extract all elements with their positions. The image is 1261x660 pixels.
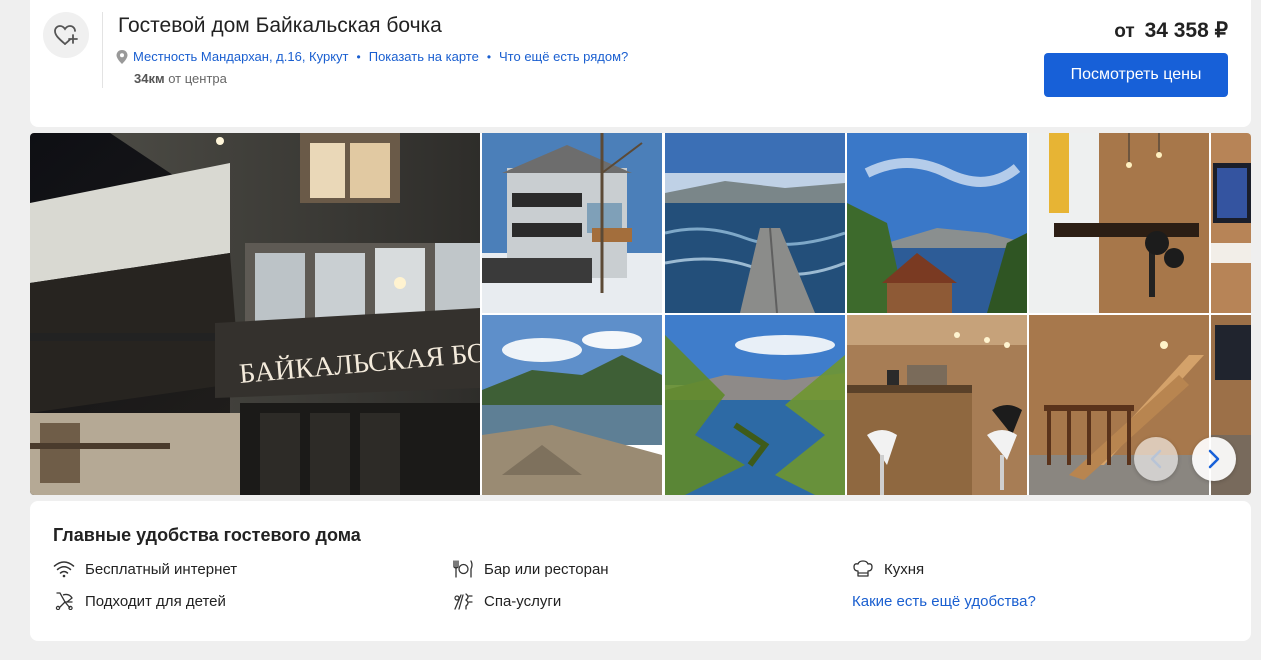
- amenity-item: Спа-услуги: [452, 592, 561, 610]
- gallery-photo-2[interactable]: [482, 133, 662, 313]
- lake-pine-image: [665, 315, 845, 495]
- amenity-label: Бесплатный интернет: [85, 560, 238, 578]
- amenity-label: Спа-услуги: [484, 592, 562, 610]
- favorite-button[interactable]: [43, 12, 89, 58]
- pier-lake-image: [665, 133, 845, 313]
- spa-icon: [454, 593, 473, 610]
- address-line: Местность Мандархан, д.16, Куркут • Пока…: [116, 49, 628, 64]
- wifi-icon: [53, 561, 75, 578]
- address-link[interactable]: Местность Мандархан, д.16, Куркут: [133, 49, 349, 64]
- map-pin-icon: [116, 49, 128, 64]
- amenities-card: Главные удобства гостевого дома Бесплатн…: [30, 501, 1251, 641]
- staircase-image: [1029, 315, 1209, 495]
- lake-view-image: [847, 133, 1027, 313]
- price-amount: 34 358 ₽: [1144, 19, 1228, 42]
- tv-room-image: [1211, 133, 1251, 313]
- view-prices-button[interactable]: Посмотреть цены: [1044, 53, 1228, 97]
- amenities-title: Главные удобства гостевого дома: [53, 525, 361, 545]
- amenity-label: Бар или ресторан: [484, 560, 609, 578]
- separator: •: [486, 49, 492, 64]
- gallery-prev-button[interactable]: [1134, 437, 1178, 481]
- gallery-photo-9[interactable]: [847, 315, 1027, 495]
- chevron-right-icon: [1208, 449, 1220, 469]
- chef-hat-icon: [853, 560, 873, 577]
- gallery-next-button[interactable]: [1192, 437, 1236, 481]
- heart-plus-icon: [54, 25, 78, 45]
- bar-interior-image: [847, 315, 1027, 495]
- house-winter-image: [482, 133, 662, 313]
- gallery-photo-4[interactable]: [847, 133, 1027, 313]
- price: от 34 358 ₽: [1114, 18, 1228, 43]
- bar-counter-image: [1029, 133, 1209, 313]
- stroller-icon: [55, 592, 73, 610]
- show-on-map-link[interactable]: Показать на карте: [369, 49, 479, 64]
- hills-lake-image: [482, 315, 662, 495]
- separator: •: [356, 49, 361, 64]
- dining-icon: [453, 560, 473, 578]
- amenity-label: Подходит для детей: [85, 592, 226, 610]
- amenity-item: Кухня: [852, 560, 924, 578]
- amenity-item: Бар или ресторан: [452, 560, 609, 578]
- distance-text: 34км от центра: [134, 71, 227, 86]
- more-amenities-link[interactable]: Какие есть ещё удобства?: [852, 593, 1036, 610]
- photo-gallery: БАЙКАЛЬСКАЯ БОЧ: [30, 133, 1251, 495]
- amenity-item: Бесплатный интернет: [53, 560, 237, 578]
- facade-night-image: БАЙКАЛЬСКАЯ БОЧ: [30, 133, 480, 495]
- chevron-left-icon: [1150, 449, 1162, 469]
- amenity-label: Кухня: [884, 560, 925, 578]
- distance-value: 34км: [134, 71, 165, 86]
- gallery-photo-main[interactable]: БАЙКАЛЬСКАЯ БОЧ: [30, 133, 480, 495]
- distance-suffix: от центра: [168, 71, 227, 86]
- gallery-photo-8[interactable]: [665, 315, 845, 495]
- gallery-photo-10[interactable]: [1029, 315, 1209, 495]
- gallery-photo-5[interactable]: [1029, 133, 1209, 313]
- page-title: Гостевой дом Байкальская бочка: [118, 14, 442, 37]
- divider: [102, 12, 103, 88]
- price-from: от: [1114, 21, 1135, 42]
- amenity-item: Подходит для детей: [53, 592, 226, 610]
- gallery-photo-6[interactable]: [1211, 133, 1251, 313]
- hotel-header-card: Гостевой дом Байкальская бочка Местность…: [30, 0, 1251, 127]
- nearby-link[interactable]: Что ещё есть рядом?: [499, 49, 628, 64]
- gallery-photo-3[interactable]: [665, 133, 845, 313]
- gallery-photo-7[interactable]: [482, 315, 662, 495]
